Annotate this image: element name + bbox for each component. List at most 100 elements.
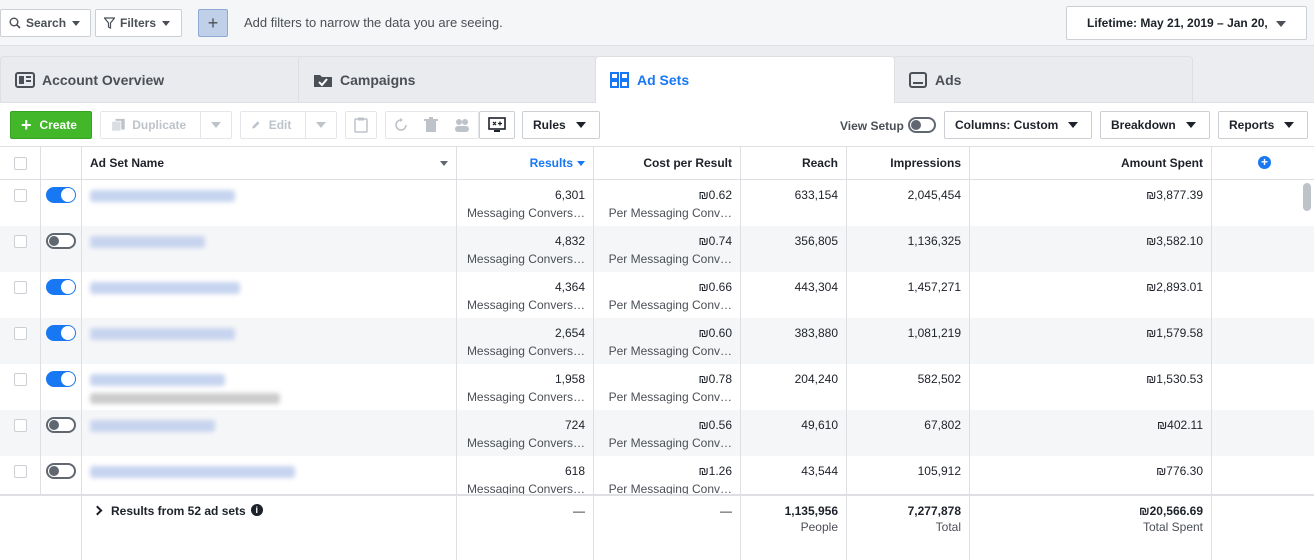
footer-spacer xyxy=(0,496,82,560)
header-ad-set-name[interactable]: Ad Set Name xyxy=(82,147,457,179)
row-checkbox[interactable] xyxy=(13,189,27,202)
amount-spent-cell: ₪2,893.01 xyxy=(970,272,1212,318)
table-row[interactable]: 4,832 Messaging Convers… ₪0.74 Per Messagin… xyxy=(0,226,1314,272)
header-impressions[interactable]: Impressions xyxy=(847,147,970,179)
add-column-icon[interactable]: + xyxy=(1258,156,1271,169)
tab-account-overview[interactable]: Account Overview xyxy=(0,56,310,102)
header-reach[interactable]: Reach xyxy=(741,147,847,179)
ad-set-name-redacted[interactable] xyxy=(90,420,215,432)
row-checkbox[interactable] xyxy=(13,419,27,432)
clipboard-button[interactable] xyxy=(345,111,377,139)
results-type: Messaging Convers… xyxy=(466,390,585,404)
ad-set-name-cell[interactable] xyxy=(82,180,457,226)
row-checkbox[interactable] xyxy=(13,465,27,478)
ad-set-name-redacted[interactable] xyxy=(90,282,240,294)
sort-descending-icon xyxy=(577,160,585,166)
refresh-icon[interactable] xyxy=(394,118,408,132)
tab-ad-sets[interactable]: Ad Sets xyxy=(595,56,895,103)
results-cell: 6,301 Messaging Convers… xyxy=(457,180,594,226)
cost-cell: ₪0.56 Per Messaging Conv… xyxy=(594,410,741,456)
rules-button[interactable]: Rules xyxy=(522,111,600,139)
ad-set-status-toggle[interactable] xyxy=(46,371,76,387)
ad-set-name-redacted[interactable] xyxy=(90,236,205,248)
footer-label: Results from 52 ad sets xyxy=(111,504,246,518)
columns-button[interactable]: Columns: Custom xyxy=(944,111,1092,139)
amount-spent-cell: ₪402.11 xyxy=(970,410,1212,456)
search-icon xyxy=(9,17,21,29)
duplicate-button[interactable]: Duplicate xyxy=(100,111,232,139)
ad-set-status-toggle[interactable] xyxy=(46,279,76,295)
audience-icon[interactable] xyxy=(454,118,470,132)
table-row[interactable]: 6,301 Messaging Convers… ₪0.62 Per Messagin… xyxy=(0,180,1314,226)
vertical-scrollbar[interactable] xyxy=(1303,183,1311,211)
chevron-down-icon xyxy=(1068,122,1079,128)
trash-icon[interactable] xyxy=(424,117,438,133)
row-checkbox[interactable] xyxy=(13,327,27,340)
amount-spent-value: ₪1,579.58 xyxy=(1146,326,1203,340)
breakdown-button[interactable]: Breakdown xyxy=(1100,111,1210,139)
amount-spent-value: ₪2,893.01 xyxy=(1146,280,1203,294)
sort-caret-icon[interactable] xyxy=(440,160,448,166)
duplicate-label: Duplicate xyxy=(132,118,187,132)
reach-value: 43,544 xyxy=(801,464,838,478)
table-row[interactable]: 2,654 Messaging Convers… ₪0.60 Per Messagin… xyxy=(0,318,1314,364)
edit-button[interactable]: Edit xyxy=(240,111,337,139)
tab-label: Ad Sets xyxy=(637,72,690,88)
ad-set-name-cell[interactable] xyxy=(82,318,457,364)
tab-campaigns[interactable]: Campaigns xyxy=(298,56,598,102)
header-results[interactable]: Results xyxy=(457,147,594,179)
info-icon[interactable]: i xyxy=(250,504,263,516)
create-button[interactable]: + Create xyxy=(10,111,92,139)
ad-set-status-toggle[interactable] xyxy=(46,187,76,203)
reports-button[interactable]: Reports xyxy=(1218,111,1308,139)
ad-set-name-redacted[interactable] xyxy=(90,328,235,340)
impressions-value: 1,136,325 xyxy=(907,234,961,248)
select-all-checkbox[interactable] xyxy=(13,156,27,170)
impressions-cell: 2,045,454 xyxy=(847,180,970,226)
ad-set-name-redacted[interactable] xyxy=(90,374,225,386)
ad-set-name-cell[interactable] xyxy=(82,364,457,410)
account-overview-icon xyxy=(15,71,35,88)
reach-cell: 633,154 xyxy=(741,180,847,226)
row-checkbox[interactable] xyxy=(13,281,27,294)
ad-set-status-toggle[interactable] xyxy=(46,325,76,341)
search-button[interactable]: Search xyxy=(0,9,91,37)
compare-button[interactable] xyxy=(479,111,515,139)
tab-ads[interactable]: Ads xyxy=(893,56,1193,102)
date-range-picker[interactable]: Lifetime: May 21, 2019 – Jan 20, xyxy=(1066,6,1307,40)
table-row[interactable]: 724 Messaging Convers… ₪0.56 Per Messaging … xyxy=(0,410,1314,456)
ad-set-status-toggle[interactable] xyxy=(46,417,76,433)
cost-value: ₪0.60 xyxy=(698,326,732,340)
row-select-cell xyxy=(0,410,41,456)
row-checkbox[interactable] xyxy=(13,235,27,248)
row-toggle-cell xyxy=(41,226,82,272)
ad-set-status-toggle[interactable] xyxy=(46,233,76,249)
table-row[interactable]: 1,958 Messaging Convers… ₪0.78 Per Messagin… xyxy=(0,364,1314,410)
cost-value: ₪0.62 xyxy=(698,188,732,202)
footer-reach: 1,135,956 People xyxy=(741,496,847,560)
cost-cell: ₪0.78 Per Messaging Conv… xyxy=(594,364,741,410)
results-value: 1,958 xyxy=(554,372,585,386)
cost-cell: ₪0.66 Per Messaging Conv… xyxy=(594,272,741,318)
reach-cell: 49,610 xyxy=(741,410,847,456)
cost-value: ₪0.56 xyxy=(698,418,732,432)
ad-set-name-cell[interactable] xyxy=(82,272,457,318)
plus-icon: + xyxy=(207,12,219,33)
row-checkbox[interactable] xyxy=(13,373,27,386)
filters-button[interactable]: Filters xyxy=(95,9,182,37)
header-cost-per-result[interactable]: Cost per Result xyxy=(594,147,741,179)
ad-set-name-cell[interactable] xyxy=(82,226,457,272)
ad-set-name-cell[interactable] xyxy=(82,410,457,456)
view-setup-toggle[interactable] xyxy=(908,117,936,133)
chevron-right-icon[interactable] xyxy=(92,505,103,516)
ad-set-name-redacted[interactable] xyxy=(90,190,235,202)
ad-set-status-toggle[interactable] xyxy=(46,463,76,479)
tab-label: Ads xyxy=(935,71,962,88)
header-amount-spent[interactable]: Amount Spent xyxy=(970,147,1212,179)
duplicate-icon xyxy=(111,118,125,132)
ad-set-name-redacted[interactable] xyxy=(90,466,295,478)
add-filter-button[interactable]: + xyxy=(198,9,228,37)
toggle-col-header xyxy=(41,147,82,179)
impressions-cell: 67,802 xyxy=(847,410,970,456)
table-row[interactable]: 4,364 Messaging Convers… ₪0.66 Per Messagin… xyxy=(0,272,1314,318)
